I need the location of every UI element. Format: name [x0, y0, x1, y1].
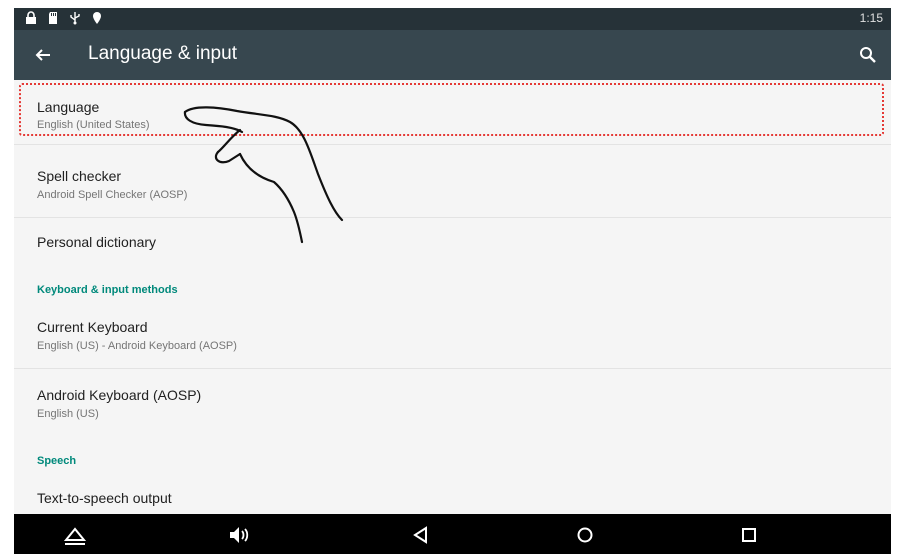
spell-checker-summary: Android Spell Checker (AOSP)	[37, 189, 188, 201]
search-icon	[860, 47, 876, 63]
tts-title: Text-to-speech output	[37, 490, 172, 506]
recents-nav-button[interactable]	[736, 522, 762, 548]
android-keyboard-item[interactable]: Android Keyboard (AOSP) English (US)	[14, 370, 891, 430]
language-title: Language	[37, 99, 100, 115]
recents-square-icon	[742, 528, 756, 542]
home-triangle-icon	[63, 527, 87, 545]
home-circle-icon	[577, 527, 593, 543]
personal-dictionary-title: Personal dictionary	[37, 234, 157, 250]
status-bar: 1:15	[14, 8, 891, 30]
current-keyboard-title: Current Keyboard	[37, 319, 148, 335]
android-keyboard-summary: English (US)	[37, 408, 99, 420]
language-summary: English (United States)	[37, 119, 150, 131]
arrow-back-icon	[35, 49, 50, 61]
speech-section-header: Speech	[37, 455, 77, 467]
spell-checker-item[interactable]: Spell checker Android Spell Checker (AOS…	[14, 160, 891, 216]
home-nav-button[interactable]	[572, 522, 598, 548]
navigation-bar	[14, 514, 891, 554]
back-triangle-icon	[413, 526, 427, 544]
tts-item[interactable]: Text-to-speech output	[14, 474, 891, 514]
app-bar: Language & input	[14, 30, 891, 80]
device-screen: 1:15 Language & input Language English (…	[14, 8, 891, 554]
divider	[14, 368, 891, 369]
settings-list: Language English (United States) Spell c…	[14, 80, 891, 514]
volume-button[interactable]	[226, 522, 252, 548]
usb-icon	[70, 12, 80, 25]
location-pin-icon	[93, 12, 101, 24]
current-keyboard-summary: English (US) - Android Keyboard (AOSP)	[37, 340, 237, 352]
keyboard-section-header: Keyboard & input methods	[37, 284, 178, 296]
page-title: Language & input	[88, 43, 237, 64]
divider	[14, 144, 891, 145]
lock-icon	[26, 11, 36, 24]
spell-checker-title: Spell checker	[37, 168, 122, 184]
android-keyboard-title: Android Keyboard (AOSP)	[37, 387, 202, 403]
sd-card-icon	[49, 12, 57, 24]
personal-dictionary-item[interactable]: Personal dictionary	[14, 218, 891, 268]
back-button[interactable]	[30, 42, 56, 68]
back-nav-button[interactable]	[408, 522, 434, 548]
language-item[interactable]: Language English (United States)	[14, 86, 891, 144]
current-keyboard-item[interactable]: Current Keyboard English (US) - Android …	[14, 306, 891, 364]
status-clock: 1:15	[859, 11, 883, 25]
search-button[interactable]	[855, 42, 881, 68]
home-triangle-button[interactable]	[62, 522, 88, 548]
volume-icon	[230, 527, 249, 543]
